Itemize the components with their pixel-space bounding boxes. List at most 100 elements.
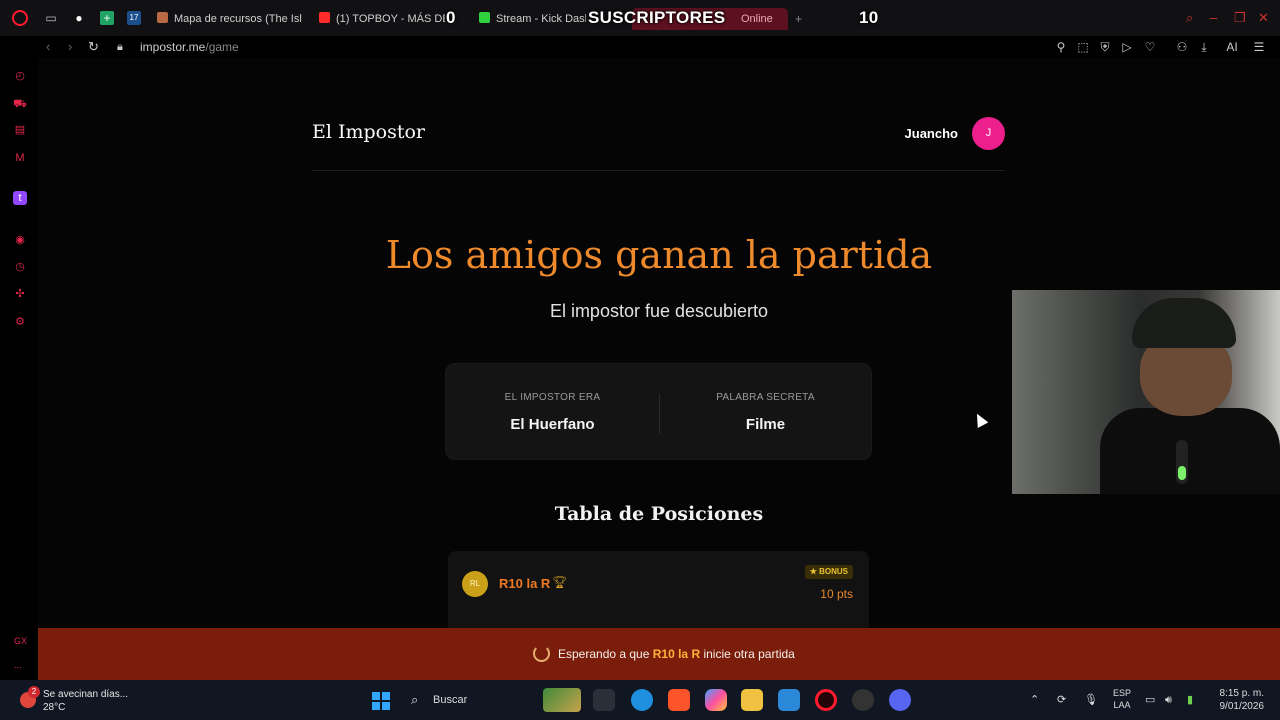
leaderboard-row: RL R10 la R 🏆︎ ★ BONUS 10 pts bbox=[448, 551, 869, 628]
opera-logo-icon[interactable] bbox=[12, 10, 28, 26]
menu-icon[interactable]: ☰ bbox=[1252, 39, 1266, 55]
weather-temp: 28°C bbox=[43, 702, 66, 713]
opera-gx-taskbar-icon[interactable] bbox=[815, 689, 837, 711]
user-name: Juancho bbox=[904, 126, 958, 141]
browser-sidebar: ◴ ⛟ ▤ M t ◉ ◷ ✣ ⚙ bbox=[0, 58, 38, 680]
weather-widget[interactable]: Se avecinan días... 28°C bbox=[43, 688, 128, 714]
tab-favicon-icon bbox=[157, 12, 168, 23]
subscriber-goal: 10 bbox=[859, 8, 879, 27]
copilot-icon[interactable] bbox=[705, 689, 727, 711]
maximize-icon[interactable]: ❐ bbox=[1234, 10, 1246, 26]
tab-youtube-topboy[interactable]: (1) TOPBOY - MÁS DE A bbox=[319, 8, 445, 30]
url-path: /game bbox=[205, 40, 239, 54]
pinned-tab-sheets-icon[interactable]: + bbox=[100, 11, 114, 25]
language-indicator[interactable]: ESP LAA bbox=[1113, 687, 1131, 711]
weather-text: Se avecinan días... bbox=[43, 689, 129, 700]
obs-taskbar-icon[interactable] bbox=[852, 689, 874, 711]
gx-control-icon[interactable]: ◴ bbox=[13, 69, 27, 83]
kick-icon bbox=[479, 12, 490, 23]
sidebar-more-icon[interactable]: ... bbox=[14, 660, 22, 670]
subscriber-label: SUSCRIPTORES bbox=[588, 8, 726, 27]
search-highlight-image bbox=[543, 688, 581, 712]
bonus-badge: ★ BONUS bbox=[804, 565, 853, 579]
reveal-card: EL IMPOSTOR ERA El Huerfano PALABRA SECR… bbox=[445, 363, 872, 460]
player-points: 10 pts bbox=[820, 587, 853, 601]
forward-icon[interactable]: › bbox=[68, 39, 72, 55]
url-field[interactable]: impostor.me/game bbox=[140, 40, 239, 54]
extensions-icon[interactable]: ✣ bbox=[13, 287, 27, 301]
system-clock[interactable]: 8:15 p. m. 9/01/2026 bbox=[1220, 687, 1265, 713]
waiting-message: Esperando a que R10 la R inicie otra par… bbox=[558, 647, 795, 661]
user-avatar[interactable]: J bbox=[972, 117, 1005, 150]
network-icon[interactable]: ▭ bbox=[1145, 692, 1155, 708]
brave-icon[interactable] bbox=[668, 689, 690, 711]
settings-icon[interactable]: ⚙ bbox=[13, 315, 27, 329]
discord-icon[interactable] bbox=[889, 689, 911, 711]
minimize-icon[interactable]: – bbox=[1210, 10, 1217, 26]
tray-overflow-icon[interactable]: ⌃ bbox=[1030, 692, 1039, 708]
leaderboard-title: Tabla de Posiciones bbox=[554, 503, 764, 525]
streamer-cap bbox=[1132, 298, 1236, 348]
new-tab-button[interactable]: + bbox=[795, 8, 802, 30]
notification-badge: 2 bbox=[28, 686, 40, 698]
microphone-tray-icon[interactable]: 🎙︎ bbox=[1084, 692, 1098, 708]
browser-tab-bar: ▭ ● + 17 Mapa de recursos (The Isl (1) T… bbox=[0, 0, 1280, 36]
waiting-banner: Esperando a que R10 la R inicie otra par… bbox=[38, 628, 1280, 680]
tab-islands-icon[interactable]: ▭ bbox=[44, 11, 58, 25]
address-bar: ‹ › ↻ 🔒︎ impostor.me/game ⚲ ⬚ ⛨ ▷ ♡ ⚇ ⤓ … bbox=[0, 36, 1280, 58]
waiting-player: R10 la R bbox=[652, 647, 701, 661]
impostor-reveal: EL IMPOSTOR ERA El Huerfano bbox=[446, 364, 659, 461]
edge-icon[interactable] bbox=[631, 689, 653, 711]
webcam-overlay bbox=[1012, 290, 1280, 494]
clock-date: 9/01/2026 bbox=[1219, 701, 1265, 712]
clock-time: 8:15 p. m. bbox=[1219, 688, 1264, 699]
reload-icon[interactable]: ↻ bbox=[88, 39, 99, 55]
windows-taskbar: 2 Se avecinan días... 28°C ⌕ Buscar ⌃ ⟳ … bbox=[0, 680, 1280, 720]
history-icon[interactable]: ◷ bbox=[13, 260, 27, 274]
result-headline: Los amigos ganan la partida bbox=[385, 233, 933, 277]
play-icon[interactable]: ▷ bbox=[1120, 39, 1134, 55]
tab-kick-dashboard[interactable]: Stream - Kick Dashb bbox=[479, 8, 586, 30]
brand-title[interactable]: El Impostor bbox=[312, 121, 425, 143]
header-divider bbox=[312, 170, 1005, 171]
mouse-cursor-icon bbox=[971, 410, 989, 429]
impostor-value: El Huerfano bbox=[510, 416, 595, 433]
search-placeholder: Buscar bbox=[433, 694, 468, 706]
tab-search-icon[interactable]: ⌕ bbox=[1186, 10, 1193, 26]
heart-icon[interactable]: ♡ bbox=[1143, 39, 1157, 55]
url-host: impostor.me bbox=[140, 40, 206, 54]
twitch-icon[interactable]: t bbox=[13, 191, 27, 205]
battery-icon[interactable]: ▮ bbox=[1187, 692, 1193, 708]
player-icon[interactable]: ◉ bbox=[13, 233, 27, 247]
download-icon[interactable]: ⤓ bbox=[1197, 39, 1211, 55]
aria-ai-button[interactable]: AI bbox=[1220, 39, 1244, 55]
sync-icon[interactable]: ⟳ bbox=[1057, 692, 1066, 708]
streamer-body bbox=[1100, 408, 1280, 494]
player-avatar: RL bbox=[462, 571, 488, 597]
subscriber-count-left: 0 bbox=[446, 8, 456, 27]
tab-mapa-de-recursos[interactable]: Mapa de recursos (The Isl bbox=[157, 8, 302, 30]
mail-icon[interactable]: M bbox=[13, 151, 27, 165]
secret-word-value: Filme bbox=[745, 416, 786, 433]
gx-corner-icon[interactable]: ⛟ bbox=[13, 97, 27, 111]
back-icon[interactable]: ‹ bbox=[46, 39, 50, 55]
task-view-icon[interactable] bbox=[593, 689, 615, 711]
pinned-tab-17track-icon[interactable]: 17 bbox=[127, 11, 141, 25]
file-explorer-icon[interactable] bbox=[741, 689, 763, 711]
account-icon[interactable]: ⚇ bbox=[1175, 39, 1189, 55]
start-button[interactable] bbox=[372, 692, 390, 710]
pinned-tab-obs-icon[interactable]: ● bbox=[72, 11, 86, 25]
secret-word-label: PALABRA SECRETA bbox=[716, 392, 815, 403]
volume-icon[interactable]: 🔊︎ bbox=[1165, 692, 1172, 708]
youtube-icon bbox=[319, 12, 330, 23]
gx-tour-icon[interactable]: ▤ bbox=[13, 123, 27, 137]
store-icon[interactable] bbox=[778, 689, 800, 711]
shield-icon[interactable]: ⛨ bbox=[1098, 39, 1112, 55]
close-window-icon[interactable]: ✕ bbox=[1258, 10, 1269, 26]
lock-icon: 🔒︎ bbox=[117, 41, 123, 53]
player-name: R10 la R bbox=[499, 576, 551, 591]
pin-icon[interactable]: ⚲ bbox=[1054, 39, 1068, 55]
snapshot-icon[interactable]: ⬚ bbox=[1076, 39, 1090, 55]
taskbar-search[interactable]: ⌕ Buscar bbox=[403, 688, 583, 712]
gx-label[interactable]: GX bbox=[14, 636, 27, 646]
